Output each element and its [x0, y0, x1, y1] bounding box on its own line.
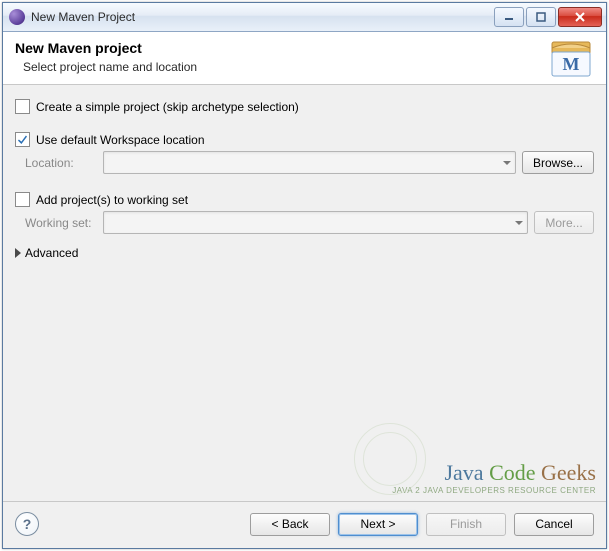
back-button[interactable]: < Back — [250, 513, 330, 536]
watermark-java: Java — [444, 460, 483, 485]
browse-button[interactable]: Browse... — [522, 151, 594, 174]
simple-project-label[interactable]: Create a simple project (skip archetype … — [36, 100, 299, 114]
disclosure-triangle-icon — [15, 248, 21, 258]
default-workspace-label[interactable]: Use default Workspace location — [36, 133, 205, 147]
working-set-combo — [103, 211, 528, 234]
dialog-window: New Maven Project New Maven project Sele… — [2, 2, 607, 549]
maximize-button[interactable] — [526, 7, 556, 27]
wizard-banner: New Maven project Select project name an… — [3, 32, 606, 85]
watermark-code: Code — [489, 460, 535, 485]
window-title: New Maven Project — [31, 10, 494, 24]
chevron-down-icon — [515, 221, 523, 225]
working-set-checkbox[interactable] — [15, 192, 30, 207]
default-workspace-checkbox[interactable] — [15, 132, 30, 147]
watermark-sub: JAVA 2 JAVA DEVELOPERS RESOURCE CENTER — [392, 486, 596, 495]
next-button[interactable]: Next > — [338, 513, 418, 536]
help-icon[interactable]: ? — [15, 512, 39, 536]
maven-icon: M — [548, 38, 594, 80]
cancel-button[interactable]: Cancel — [514, 513, 594, 536]
advanced-label: Advanced — [25, 246, 78, 260]
more-button: More... — [534, 211, 594, 234]
location-label: Location: — [25, 156, 97, 170]
wizard-footer: ? < Back Next > Finish Cancel — [3, 501, 606, 548]
eclipse-icon — [9, 9, 25, 25]
chevron-down-icon — [503, 161, 511, 165]
minimize-button[interactable] — [494, 7, 524, 27]
default-workspace-row: Use default Workspace location — [15, 132, 594, 147]
titlebar[interactable]: New Maven Project — [3, 3, 606, 32]
location-row: Location: Browse... — [15, 151, 594, 174]
watermark-geeks: Geeks — [541, 460, 596, 485]
window-controls — [494, 7, 602, 27]
close-button[interactable] — [558, 7, 602, 27]
working-set-row: Add project(s) to working set — [15, 192, 594, 207]
watermark: Java Code Geeks JAVA 2 JAVA DEVELOPERS R… — [392, 460, 596, 495]
simple-project-row: Create a simple project (skip archetype … — [15, 99, 594, 114]
working-set-select-row: Working set: More... — [15, 211, 594, 234]
page-subtitle: Select project name and location — [23, 60, 594, 74]
location-combo — [103, 151, 516, 174]
working-set-label: Working set: — [25, 216, 97, 230]
page-title: New Maven project — [15, 40, 594, 56]
wizard-content: Create a simple project (skip archetype … — [3, 85, 606, 501]
simple-project-checkbox[interactable] — [15, 99, 30, 114]
advanced-toggle[interactable]: Advanced — [15, 246, 594, 260]
finish-button: Finish — [426, 513, 506, 536]
working-set-checkbox-label[interactable]: Add project(s) to working set — [36, 193, 188, 207]
svg-text:M: M — [563, 54, 580, 74]
